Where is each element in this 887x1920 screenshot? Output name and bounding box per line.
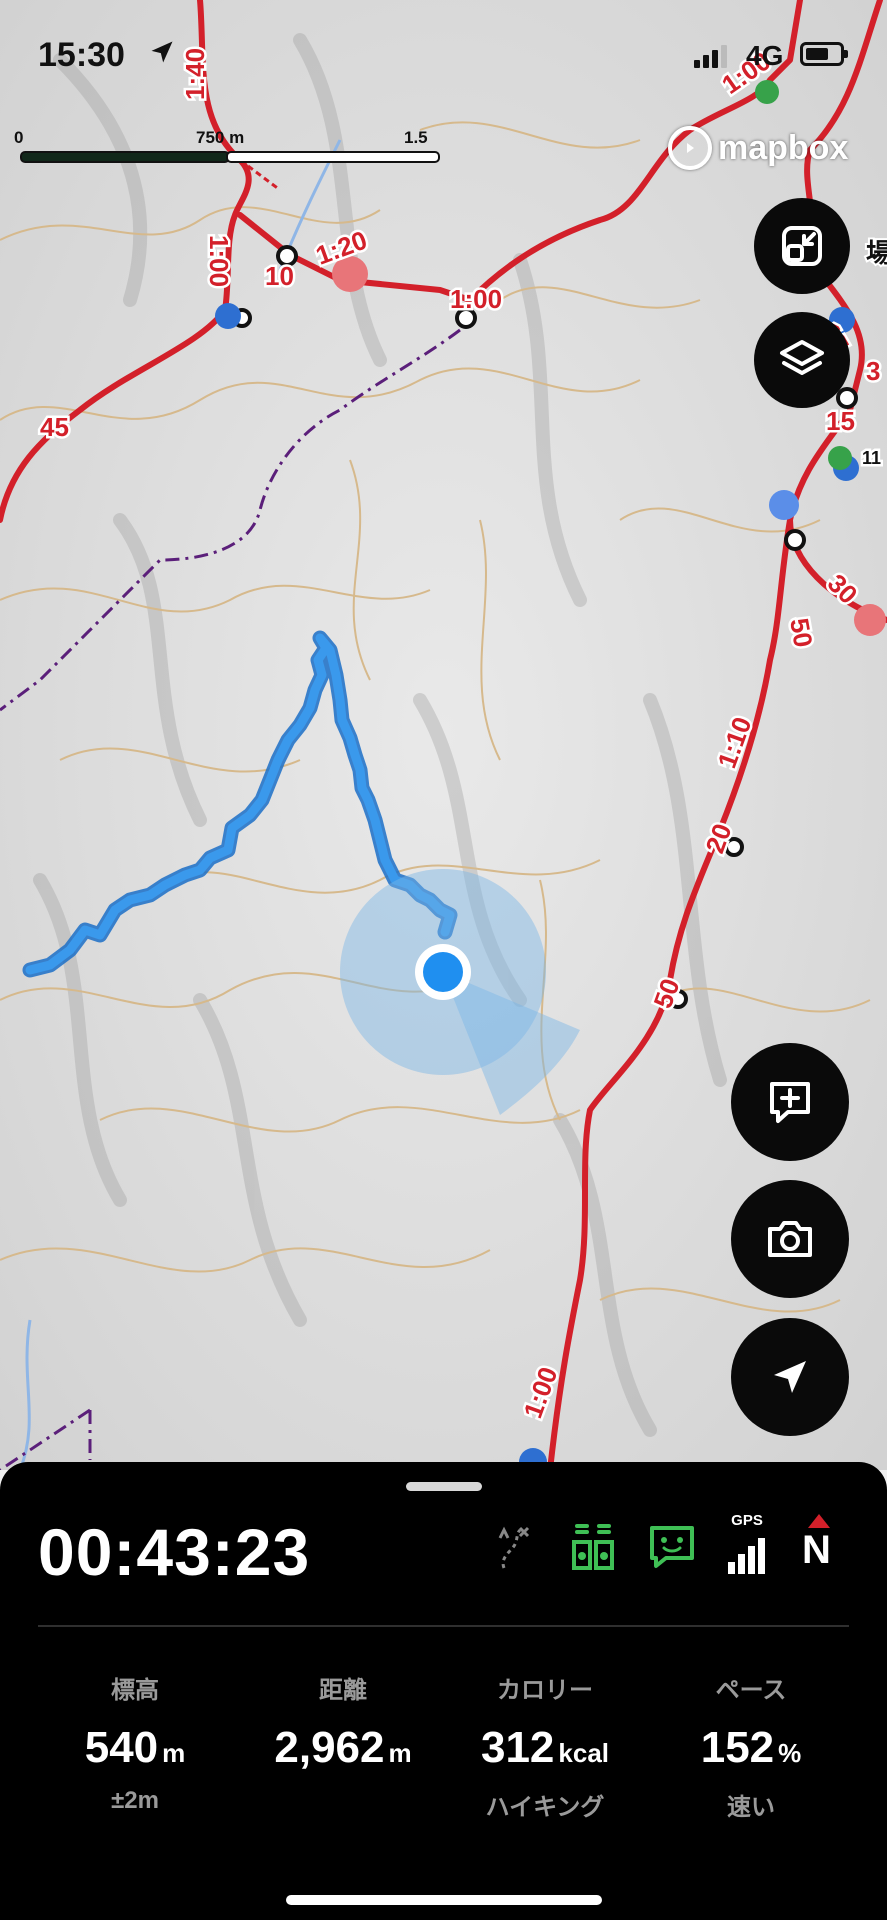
camera-icon: [768, 1221, 812, 1257]
gps-label: GPS: [731, 1512, 763, 1529]
add-note-icon: [770, 1082, 810, 1123]
compass-north-label: N: [802, 1528, 831, 1572]
mapbox-logo: mapbox: [668, 126, 848, 170]
place-label: 場: [866, 238, 887, 268]
home-indicator: [286, 1895, 602, 1905]
stat-sub: 速い: [727, 1794, 775, 1821]
compass-arrow-icon: [808, 1514, 830, 1528]
layers-icon: [780, 340, 824, 375]
hazard-marker[interactable]: [854, 604, 886, 636]
current-location-dot[interactable]: [423, 952, 463, 992]
stat-value: 312 kcal: [480, 1723, 610, 1772]
stat-label: 標高: [111, 1677, 159, 1704]
stat-pace: ペース 152% 速い: [646, 1670, 856, 1822]
scale-start-label: 0: [14, 128, 24, 147]
campsite-marker[interactable]: [828, 446, 852, 470]
mapbox-wordmark: mapbox: [718, 128, 849, 167]
collapse-icon: [782, 226, 822, 266]
stat-value: 2,962 m: [274, 1723, 412, 1772]
stat-sub: ハイキング: [485, 1794, 605, 1821]
scale-mid-label: 750 m: [196, 128, 245, 147]
camera-button[interactable]: [731, 1180, 849, 1298]
panel-drag-handle[interactable]: [406, 1482, 482, 1491]
route-time-label: 45: [40, 412, 69, 442]
locate-me-button[interactable]: [731, 1318, 849, 1436]
shrine-marker[interactable]: [215, 303, 241, 329]
route-time-label: 10: [265, 261, 294, 291]
stat-label: 距離: [319, 1677, 367, 1704]
battery-icon: [800, 42, 844, 66]
route-time-label: 3: [866, 356, 880, 386]
stat-label: カロリー: [497, 1677, 593, 1704]
map-layers-button[interactable]: [754, 312, 850, 408]
status-bar: 15:30 4G: [0, 0, 887, 110]
scale-bar-dark: [20, 151, 230, 163]
route-time-label: 50: [784, 616, 819, 650]
stat-elevation: 標高 540 m ±2m: [30, 1670, 240, 1815]
route-time-label: 1:00: [450, 284, 502, 314]
location-services-icon: [151, 41, 173, 63]
tracking-panel[interactable]: 00:43:23 GPS N 標高 540 m ±2m 距離 2,962 m カ…: [0, 1462, 887, 1920]
status-time: 15:30: [38, 36, 125, 74]
route-time-label: 11: [862, 448, 881, 468]
mapbox-logo-icon: [668, 126, 712, 170]
cellular-signal-icon: [694, 45, 727, 68]
network-type: 4G: [746, 40, 784, 71]
map-scale: 0 750 m 1.5 km: [14, 128, 440, 168]
safety-bot-icon: [650, 1526, 694, 1568]
scale-bar-light: [226, 151, 440, 163]
route-time-label: 1:00: [204, 235, 234, 287]
panel-divider: [38, 1625, 849, 1627]
stat-value: 152%: [700, 1723, 802, 1772]
stat-sub: ±2m: [111, 1787, 159, 1814]
navigation-arrow-icon: [774, 1361, 806, 1393]
stat-calories: カロリー 312 kcal ハイキング: [440, 1670, 650, 1822]
add-note-button[interactable]: [731, 1043, 849, 1161]
stat-value: 540 m: [84, 1723, 186, 1772]
fullscreen-toggle-button[interactable]: [754, 198, 850, 294]
off-route-icon: [498, 1526, 530, 1569]
battery-nub: [844, 50, 848, 58]
stat-distance: 距離 2,962 m: [238, 1670, 448, 1787]
elapsed-time: 00:43:23: [38, 1515, 311, 1589]
route-time-label: 15: [826, 406, 855, 436]
rest-area-marker[interactable]: [769, 490, 799, 520]
gps-signal-icon: [728, 1538, 765, 1574]
companions-icon: [572, 1524, 614, 1570]
stat-label: ペース: [715, 1677, 787, 1704]
status-icons: GPS N: [490, 1512, 860, 1588]
